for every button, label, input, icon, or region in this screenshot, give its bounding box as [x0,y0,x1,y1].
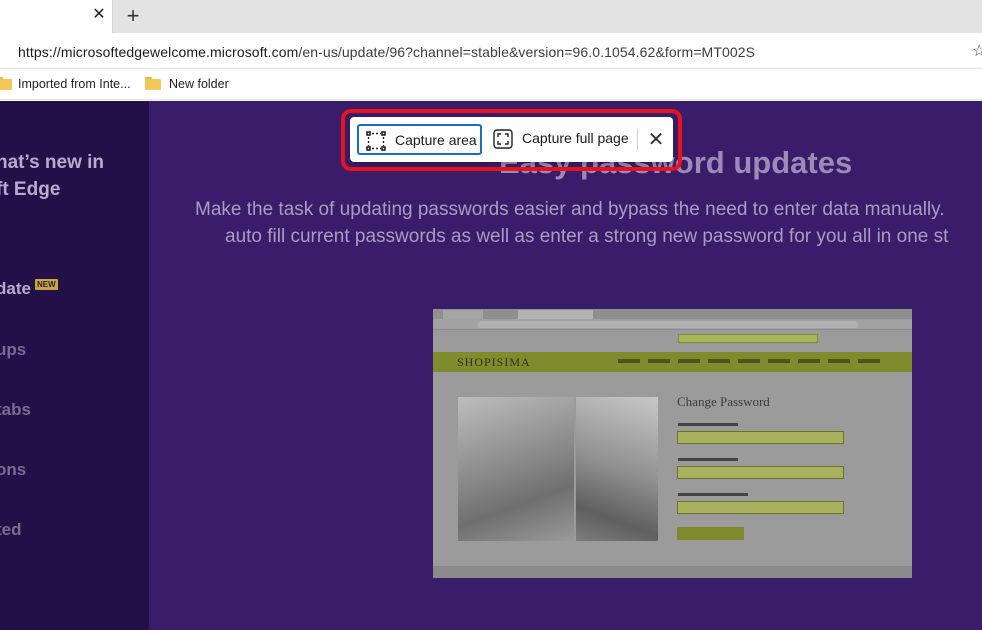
sidebar-title-line1: hat’s new in [0,152,105,173]
capture-full-page-button[interactable]: Capture full page [486,124,634,155]
sidebar-item-tabs[interactable]: tabs [0,400,31,420]
description-line1: Make the task of updating passwords easi… [195,199,945,220]
new-badge: NEW [34,279,58,290]
toolbar-divider [637,129,638,150]
screenshot-addressbar [433,319,912,330]
favorite-folder-new[interactable]: New folder [145,76,235,94]
close-tab-icon[interactable]: ✕ [91,7,107,23]
capture-toolbar: Capture area Capture full page ✕ [350,117,673,162]
feature-screenshot: SHOPISIMA Change Password [433,309,912,578]
sidebar-item-update[interactable]: date NEW [0,279,58,299]
tab-strip: ✕ + [0,0,982,33]
page-description: Make the task of updating passwords easi… [195,196,982,250]
screenshot-brand-logo: SHOPISIMA [457,355,531,369]
sidebar-item-collections[interactable]: ons [0,460,26,480]
favorites-bar: Imported from Inte... New folder [0,69,982,100]
sidebar-item-label: tabs [0,400,31,419]
address-bar: https://microsoftedgewelcome.microsoft.c… [0,33,982,69]
screenshot-url-box [478,321,858,328]
screenshot-search-box [678,334,818,343]
url-field[interactable]: https://microsoftedgewelcome.microsoft.c… [0,37,966,65]
screenshot-field [677,466,844,479]
screenshot-site-nav: SHOPISIMA [433,352,912,372]
screenshot-site-header [433,330,912,352]
sidebar-item-label: date [0,279,31,298]
screenshot-field-label [678,493,748,496]
sidebar-title-line2: ft Edge [0,179,61,200]
screenshot-save-button [677,527,744,540]
capture-area-label: Capture area [395,132,477,148]
screenshot-field-label [678,423,738,426]
sidebar-title: hat’s new in ft Edge [0,149,104,203]
folder-icon [145,77,161,90]
screenshot-product-image [458,397,574,541]
screenshot-taskbar [433,566,912,578]
sidebar: hat’s new in ft Edge dateNEW ups tabs on… [0,101,149,630]
sidebar-item-label: ted [0,520,22,539]
page-content: hat’s new in ft Edge dateNEW ups tabs on… [0,101,982,630]
favorite-label: Imported from Inte... [18,77,131,91]
screenshot-form-title: Change Password [677,394,770,409]
screenshot-tabstrip [433,309,912,319]
capture-area-icon [366,131,386,151]
sidebar-item-label: ups [0,340,27,359]
new-tab-button[interactable]: + [122,4,144,28]
main-panel: Easy password updates Make the task of u… [149,101,982,630]
capture-full-page-label: Capture full page [522,130,629,146]
description-line2: auto fill current passwords as well as e… [225,226,949,247]
screenshot-field-label [678,458,738,461]
screenshot-tab [518,310,593,319]
favorite-label: New folder [169,77,229,91]
sidebar-item-label: ons [0,460,27,479]
capture-full-page-icon [493,129,513,149]
star-icon[interactable]: ☆ [972,41,982,61]
capture-area-button[interactable]: Capture area [357,124,482,155]
screenshot-product-image [576,397,658,541]
folder-icon [0,77,12,90]
screenshot-field [677,501,844,514]
sidebar-item-related[interactable]: ted [0,520,22,540]
close-icon[interactable]: ✕ [644,128,668,152]
screenshot-nav-links [618,359,888,363]
sidebar-item-groups[interactable]: ups [0,340,26,360]
favorite-folder-imported[interactable]: Imported from Inte... [0,76,136,94]
url-path: /en-us/update/96?channel=stable&version=… [298,44,756,60]
url-host: https://microsoftedgewelcome.microsoft.c… [18,44,299,60]
screenshot-field [677,431,844,444]
browser-tab[interactable]: ✕ [0,0,113,33]
screenshot-tab [443,310,483,319]
url-text: https://microsoftedgewelcome.microsoft.c… [18,44,755,60]
